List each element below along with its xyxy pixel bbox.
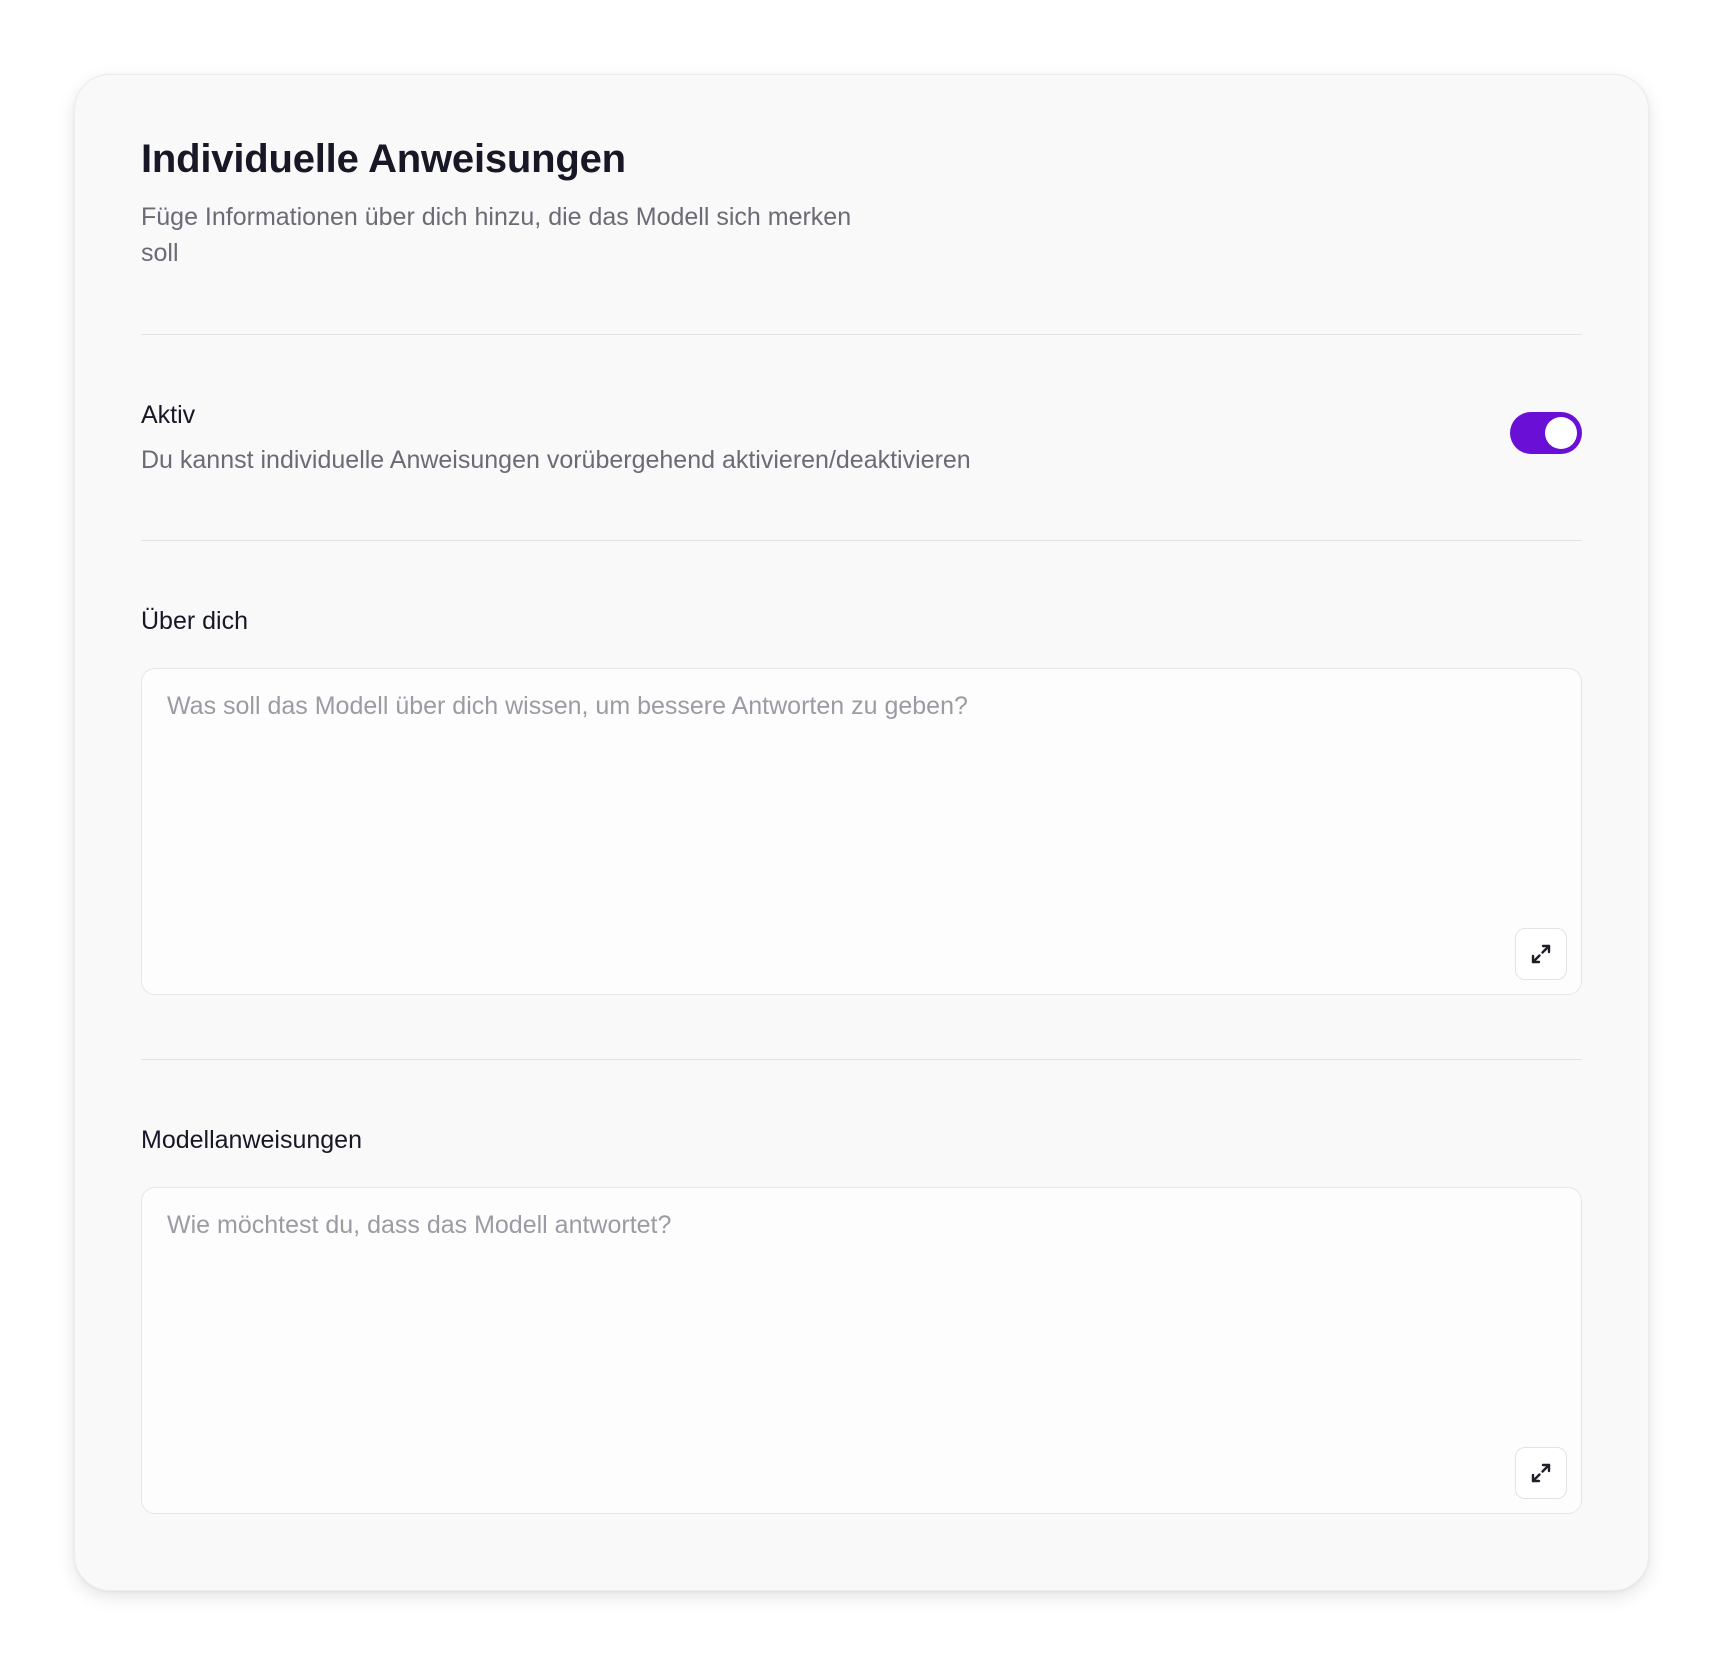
expand-icon	[1531, 1463, 1551, 1483]
about-section: Über dich	[141, 606, 1582, 995]
active-setting-texts: Aktiv Du kannst individuelle Anweisungen…	[141, 400, 971, 476]
active-label: Aktiv	[141, 401, 196, 429]
divider	[141, 334, 1582, 335]
active-setting-row: Aktiv Du kannst individuelle Anweisungen…	[141, 400, 1582, 476]
page-subtitle: Füge Informationen über dich hinzu, die …	[141, 203, 852, 267]
model-instructions-expand-button[interactable]	[1515, 1447, 1567, 1499]
divider	[141, 540, 1582, 541]
about-label: Über dich	[141, 607, 248, 635]
expand-icon	[1531, 944, 1551, 964]
active-toggle[interactable]	[1510, 412, 1582, 454]
model-instructions-section: Modellanweisungen	[141, 1125, 1582, 1514]
model-instructions-textarea-wrapper	[141, 1187, 1582, 1514]
model-instructions-label: Modellanweisungen	[141, 1126, 362, 1154]
divider	[141, 1059, 1582, 1060]
active-description: Du kannst individuelle Anweisungen vorüb…	[141, 446, 971, 474]
custom-instructions-card: Individuelle Anweisungen Füge Informatio…	[74, 74, 1649, 1591]
about-textarea[interactable]	[142, 669, 1581, 994]
toggle-knob	[1545, 417, 1577, 449]
about-textarea-wrapper	[141, 668, 1582, 995]
model-instructions-textarea[interactable]	[142, 1188, 1581, 1513]
about-expand-button[interactable]	[1515, 928, 1567, 980]
page-title: Individuelle Anweisungen	[141, 137, 626, 181]
